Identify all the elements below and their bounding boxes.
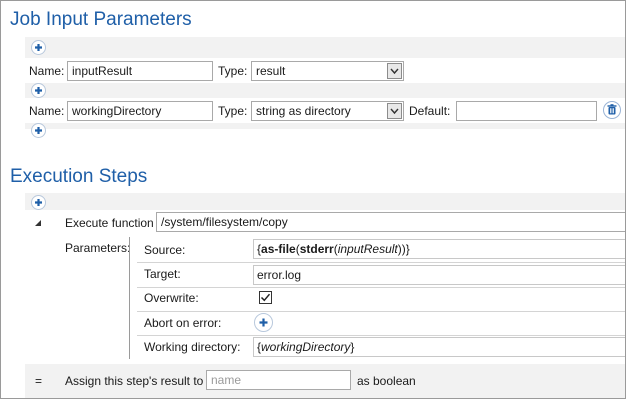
brace-close: ))} xyxy=(397,242,410,256)
parameters-label: Parameters: xyxy=(65,241,131,255)
assign-result-label: Assign this step's result to xyxy=(65,374,204,388)
parameters-divider xyxy=(129,237,130,359)
job-input-title: Job Input Parameters xyxy=(10,9,192,30)
param-2-type-value: string as directory xyxy=(256,104,351,118)
variable-workingDirectory: workingDirectory xyxy=(261,340,351,354)
function-stderr: stderr xyxy=(299,242,334,256)
add-parameter-button-bottom[interactable] xyxy=(31,123,46,138)
source-label: Source: xyxy=(144,243,186,257)
param-1-type-label: Type: xyxy=(218,64,248,78)
row-separator xyxy=(137,287,625,288)
param-2-type-label: Type: xyxy=(218,104,248,118)
param-row-2: Name: workingDirectory Type: string as d… xyxy=(25,98,625,123)
assign-name-input[interactable]: name xyxy=(206,370,351,390)
plus-icon xyxy=(35,44,42,51)
param-2-default-label: Default: xyxy=(409,104,451,118)
param-2-name-label: Name: xyxy=(29,104,65,118)
add-step-button[interactable] xyxy=(31,195,46,210)
function-path-input[interactable]: /system/filesystem/copy xyxy=(156,212,625,232)
overwrite-label: Overwrite: xyxy=(144,291,199,305)
row-separator xyxy=(137,335,625,336)
plus-icon xyxy=(35,87,42,94)
add-abort-expression-button[interactable] xyxy=(254,313,273,332)
assign-type-label: as boolean xyxy=(357,374,416,388)
delete-parameter-button[interactable] xyxy=(603,101,621,119)
plus-icon xyxy=(35,199,42,206)
abort-on-error-label: Abort on error: xyxy=(144,316,222,330)
assign-equals-sign: = xyxy=(35,374,43,388)
trash-icon xyxy=(607,104,617,115)
param-1-name-label: Name: xyxy=(29,64,65,78)
brace-close: } xyxy=(350,340,355,354)
row-separator xyxy=(137,311,625,312)
plus-icon xyxy=(35,127,42,134)
variable-inputResult: inputResult xyxy=(337,242,398,256)
overwrite-checkbox[interactable] xyxy=(259,291,272,304)
working-directory-label: Working directory: xyxy=(144,340,241,354)
param-1-name-input[interactable]: inputResult xyxy=(67,61,213,81)
param-row-1: Name: inputResult Type: result xyxy=(25,58,625,83)
param-2-name-input[interactable]: workingDirectory xyxy=(67,101,213,121)
target-label: Target: xyxy=(144,267,181,281)
add-parameter-button-top[interactable] xyxy=(31,40,46,55)
row-separator xyxy=(137,262,625,263)
source-expression[interactable]: {as-file(stderr(inputResult))} xyxy=(253,239,625,259)
chevron-down-icon[interactable] xyxy=(387,63,402,79)
param-1-type-select[interactable]: result xyxy=(251,61,404,81)
execute-function-label: Execute function xyxy=(65,216,154,230)
param-1-type-value: result xyxy=(256,64,286,78)
plus-icon xyxy=(259,318,268,327)
chevron-down-icon[interactable] xyxy=(387,103,402,119)
triangle-expanded-icon[interactable] xyxy=(34,219,42,227)
checkmark-icon xyxy=(260,293,271,302)
execution-steps-title: Execution Steps xyxy=(10,166,148,187)
working-directory-expression[interactable]: {workingDirectory} xyxy=(253,337,625,357)
param-2-type-select[interactable]: string as directory xyxy=(251,101,404,121)
param-2-default-input[interactable] xyxy=(456,101,597,121)
designer-panel: Job Input Parameters Name: inputResult T… xyxy=(0,0,626,399)
function-as-file: as-file xyxy=(261,242,296,256)
add-parameter-button-middle[interactable] xyxy=(31,83,46,98)
target-input[interactable]: error.log xyxy=(253,265,625,285)
